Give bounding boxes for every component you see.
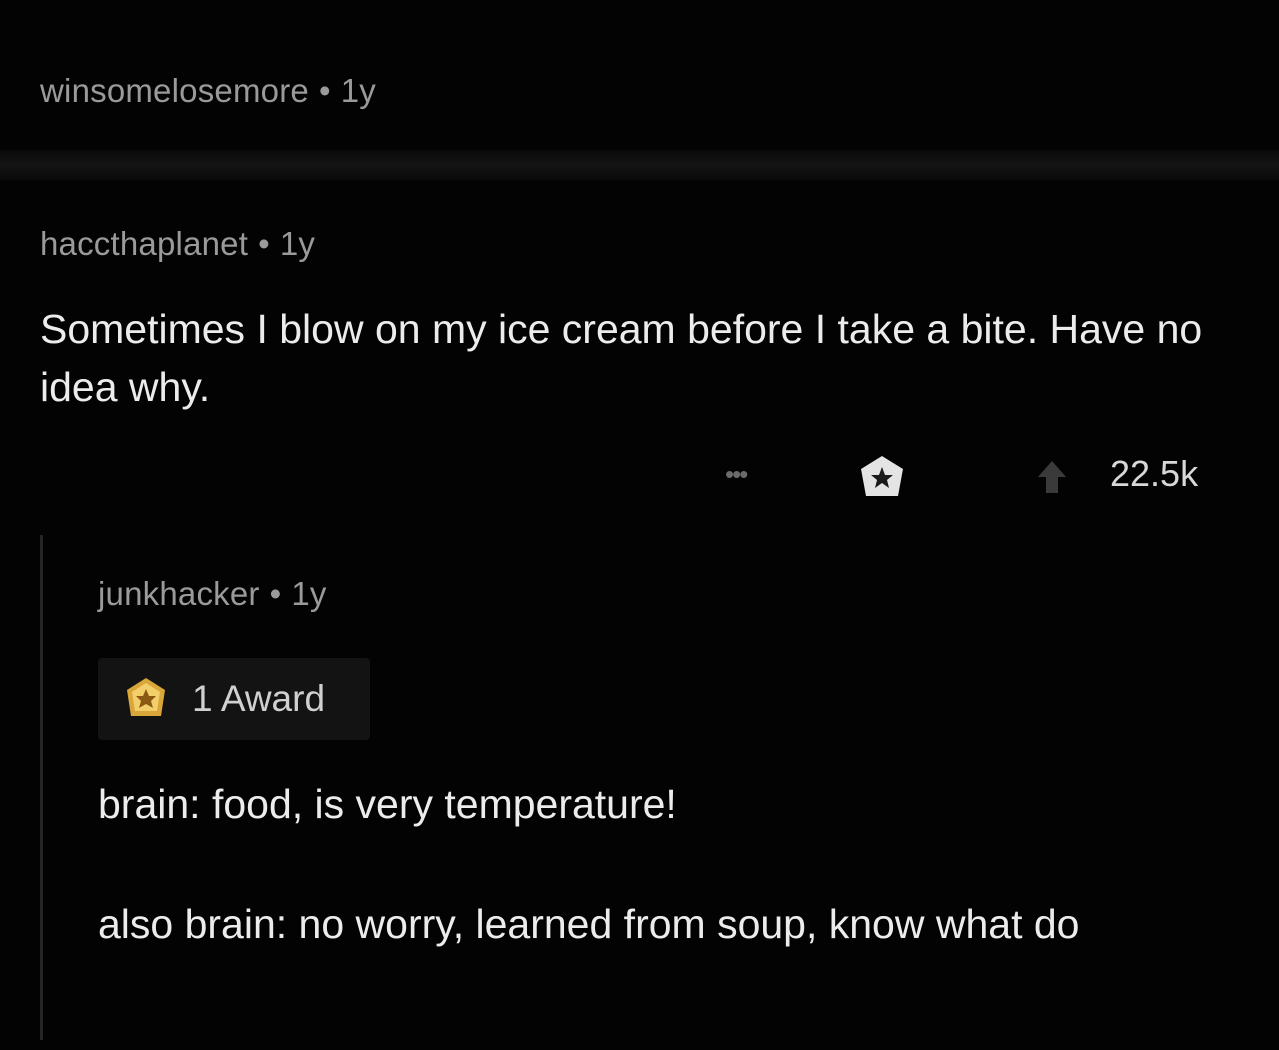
parent-username[interactable]: winsomelosemore — [40, 72, 309, 109]
comment-age: 1y — [279, 225, 316, 262]
reply-meta: junkhacker • 1y — [98, 575, 327, 613]
vote-score: 22.5k — [1110, 453, 1199, 494]
meta-separator: • — [269, 575, 282, 612]
award-badge[interactable]: 1 Award — [98, 658, 370, 740]
parent-age: 1y — [340, 72, 376, 109]
comment-meta: haccthaplanet • 1y — [40, 225, 315, 263]
reply-username[interactable]: junkhacker — [98, 575, 260, 612]
gold-award-icon — [124, 676, 168, 720]
meta-separator: • — [258, 225, 270, 262]
comment-divider — [0, 150, 1279, 180]
reply-body-line-1: brain: food, is very temperature! — [98, 781, 677, 827]
meta-separator: • — [318, 72, 331, 109]
comment-action-bar: ••• 22.5k — [0, 445, 1279, 505]
comment-thread: winsomelosemore • 1y haccthaplanet • 1y Some… — [0, 0, 1279, 1050]
comment-username[interactable]: haccthaplanet — [40, 225, 248, 262]
thread-line[interactable] — [40, 535, 43, 1040]
comment-body: Sometimes I blow on my ice cream before … — [40, 306, 1203, 410]
more-options-button[interactable]: ••• — [725, 459, 748, 490]
upvote-arrow-icon[interactable] — [1032, 457, 1072, 497]
parent-comment-meta: winsomelosemore • 1y — [40, 72, 376, 110]
reply-body-line-2: also brain: no worry, learned from soup,… — [98, 901, 1080, 947]
award-count-label: 1 Award — [192, 678, 326, 719]
reply-age: 1y — [291, 575, 327, 612]
award-icon[interactable] — [856, 453, 908, 501]
